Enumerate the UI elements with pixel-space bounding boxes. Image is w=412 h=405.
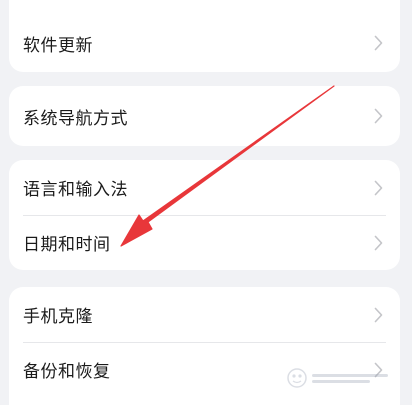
watermark-logo-icon — [287, 368, 388, 388]
settings-item-label: 手机克隆 — [23, 307, 93, 327]
settings-group-language-datetime: 语言和输入法 日期和时间 — [9, 160, 400, 270]
settings-item-label: 日期和时间 — [23, 235, 111, 255]
chevron-right-icon — [370, 33, 386, 53]
settings-item-language-input[interactable]: 语言和输入法 — [9, 160, 400, 215]
chevron-right-icon — [370, 178, 386, 198]
settings-item-software-update[interactable]: 软件更新 — [9, 0, 400, 72]
settings-item-label: 系统导航方式 — [23, 108, 128, 129]
chevron-right-icon — [370, 305, 386, 325]
settings-item-system-navigation[interactable]: 系统导航方式 — [9, 86, 400, 146]
settings-group-update: 软件更新 — [9, 0, 400, 72]
settings-item-label: 语言和输入法 — [23, 180, 128, 200]
chevron-right-icon — [370, 106, 386, 126]
chevron-right-icon — [370, 233, 386, 253]
settings-item-date-time[interactable]: 日期和时间 — [9, 215, 400, 270]
settings-item-label: 软件更新 — [23, 35, 93, 56]
settings-group-navigation: 系统导航方式 — [9, 86, 400, 146]
settings-item-phone-clone[interactable]: 手机克隆 — [9, 287, 400, 342]
